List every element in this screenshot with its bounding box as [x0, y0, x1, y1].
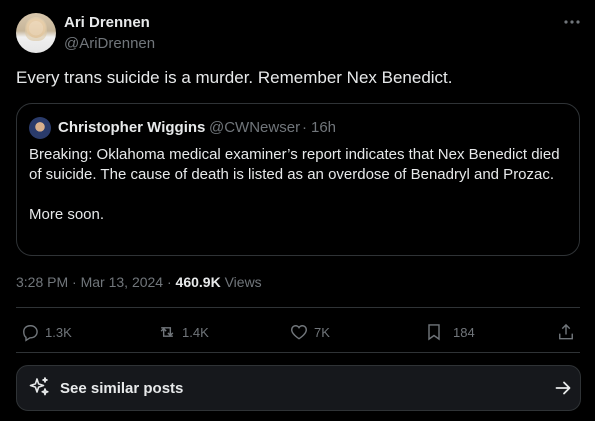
repost-count: 1.4K	[182, 324, 209, 340]
quoted-timestamp: 16h	[311, 119, 337, 136]
reply-button[interactable]: 1.3K	[20, 322, 72, 342]
repost-icon	[160, 327, 174, 337]
tweet-time[interactable]: 3:28 PM	[16, 274, 68, 290]
quoted-tweet-body: Breaking: Oklahoma medical examiner’s re…	[29, 145, 569, 225]
meta-separator: ·	[72, 274, 77, 290]
views-count: 460.9K	[175, 274, 221, 290]
divider	[16, 307, 580, 308]
quoted-paragraph: More soon.	[29, 206, 105, 223]
tweet-text: Every trans suicide is a murder. Remembe…	[16, 68, 453, 87]
divider	[16, 352, 580, 353]
meta-separator: ·	[166, 274, 172, 290]
quoted-separator: ·	[302, 119, 307, 136]
reply-count: 1.3K	[45, 324, 72, 340]
reply-icon	[23, 325, 38, 342]
bookmark-count: 184	[453, 324, 475, 340]
like-button[interactable]: 7K	[289, 322, 330, 342]
author-handle[interactable]: @AriDrennen	[64, 35, 155, 52]
share-button[interactable]	[556, 322, 576, 342]
repost-button[interactable]: 1.4K	[157, 322, 209, 342]
bookmark-button[interactable]: 184	[424, 322, 475, 342]
quoted-author-avatar	[29, 117, 51, 139]
tweet-date[interactable]: Mar 13, 2024	[81, 274, 164, 290]
arrow-right-icon	[553, 378, 573, 398]
sparkle-icon	[27, 375, 51, 399]
more-horizontal-icon[interactable]	[562, 12, 582, 32]
author-name[interactable]: Ari Drennen	[64, 14, 150, 31]
heart-icon	[291, 325, 307, 340]
views-label: Views	[224, 274, 262, 290]
bookmark-icon	[428, 324, 440, 341]
quoted-author-name: Christopher Wiggins	[58, 119, 206, 136]
see-similar-posts-label: See similar posts	[60, 380, 184, 397]
author-avatar[interactable]	[16, 13, 56, 53]
share-icon	[559, 323, 573, 340]
like-count: 7K	[314, 324, 330, 340]
tweet-meta: 3:28 PM · Mar 13, 2024 · 460.9K Views	[16, 274, 262, 290]
quoted-author-handle: @CWNewser	[209, 119, 301, 136]
quoted-paragraph: Breaking: Oklahoma medical examiner’s re…	[29, 146, 560, 183]
